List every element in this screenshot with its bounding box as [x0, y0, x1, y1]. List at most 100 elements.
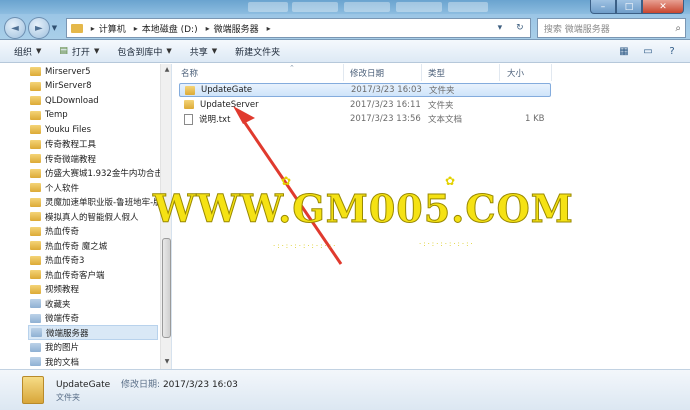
share-label: 共享: [189, 47, 208, 58]
nav-item[interactable]: 我的文档: [30, 354, 79, 369]
include-label: 包含到库中: [117, 47, 163, 58]
new-folder-button[interactable]: 新建文件夹: [235, 45, 280, 58]
nav-item[interactable]: 热血传奇: [30, 224, 79, 239]
chevron-right-icon: ▸: [133, 23, 138, 33]
watermark-dots: ·:·:·:·:·:·:·:·: [273, 242, 338, 250]
search-icon[interactable]: ⌕: [675, 23, 681, 34]
folder-icon: [30, 125, 41, 134]
folder-icon: [30, 67, 41, 76]
search-input[interactable]: 搜索 微端服务器 ⌕: [536, 18, 686, 38]
folder-icon: [30, 255, 41, 265]
nav-item[interactable]: 我的图片: [30, 340, 79, 355]
nav-item[interactable]: QLDownload: [30, 93, 99, 108]
close-button[interactable]: ✕: [642, 0, 684, 14]
nav-item[interactable]: MirServer8: [30, 79, 91, 94]
nav-item[interactable]: 个人软件: [30, 180, 79, 195]
open-button[interactable]: ▤ 打开 ▼: [59, 45, 99, 58]
include-in-library-button[interactable]: 包含到库中 ▼: [117, 45, 171, 58]
nav-item-label: Youku Files: [45, 124, 92, 135]
nav-item[interactable]: 微端服务器: [28, 325, 158, 340]
title-blur: [248, 2, 288, 12]
minimize-button[interactable]: –: [590, 0, 616, 14]
nav-item-label: 热血传奇客户端: [45, 270, 105, 281]
folder-icon: [30, 226, 41, 236]
chevron-down-icon: ▼: [93, 47, 100, 55]
nav-item[interactable]: 收藏夹: [30, 296, 71, 311]
watermark-dots: ·:·:·:·:·:·:·: [419, 240, 475, 248]
share-button[interactable]: 共享 ▼: [190, 45, 217, 58]
chevron-right-icon: ▸: [266, 23, 271, 33]
folder-icon: [30, 183, 41, 192]
nav-item-label: 热血传奇 魔之城: [45, 241, 108, 252]
nav-item[interactable]: 模拟真人的智能假人假人: [30, 209, 139, 224]
nav-item[interactable]: Temp: [30, 108, 68, 123]
folder-icon: [30, 342, 41, 352]
nav-item[interactable]: Mirserver5: [30, 64, 91, 79]
refresh-icon[interactable]: ↻: [510, 23, 530, 33]
preview-pane-icon[interactable]: ▭: [638, 44, 658, 59]
nav-item[interactable]: 热血传奇3: [30, 253, 84, 268]
folder-icon: [30, 299, 41, 308]
folder-icon: [31, 328, 42, 337]
nav-item-label: 灵魔加速单职业版-鲁班地牢-版: [45, 198, 162, 208]
back-button[interactable]: ◄: [4, 17, 26, 39]
chevron-right-icon: ▸: [205, 23, 210, 33]
folder-icon: [30, 81, 41, 91]
breadcrumb-computer[interactable]: 计算机: [99, 22, 126, 35]
scroll-up-icon[interactable]: ▲: [163, 66, 171, 73]
help-icon[interactable]: ?: [662, 44, 682, 59]
nav-item[interactable]: 仿盛大赛城1.932金牛内功合击版: [30, 166, 171, 181]
nav-item-label: Temp: [45, 110, 68, 120]
folder-icon: [30, 110, 41, 120]
view-options-icon[interactable]: ▦: [614, 44, 634, 59]
navigation-pane: Mirserver5 MirServer8 QLDownload Temp Youku …: [0, 64, 172, 369]
folder-icon: [30, 168, 41, 178]
breadcrumb-drive[interactable]: 本地磁盘 (D:): [142, 22, 198, 35]
nav-item-label: 微端服务器: [46, 328, 89, 339]
title-blur: [344, 2, 390, 12]
nav-item[interactable]: Youku Files: [30, 122, 91, 137]
nav-item[interactable]: 传奇教程工具: [30, 137, 96, 152]
nav-item-label: 视频教程: [45, 285, 80, 295]
search-placeholder: 搜索 微端服务器: [543, 24, 610, 35]
new-folder-label: 新建文件夹: [235, 47, 281, 58]
nav-item[interactable]: 热血传奇客户端: [30, 267, 105, 282]
nav-item-label: 模拟真人的智能假人假人: [45, 212, 139, 223]
chevron-down-icon: ▼: [166, 47, 172, 55]
open-icon: ▤: [59, 46, 68, 56]
folder-icon: [30, 139, 41, 149]
scroll-thumb[interactable]: [162, 238, 171, 338]
nav-item[interactable]: 视频教程: [30, 282, 79, 297]
chevron-down-icon: ▼: [211, 47, 218, 55]
folder-icon: [30, 270, 41, 279]
toolbar-right: ▦ ▭ ?: [610, 44, 682, 59]
details-name-line: UpdateGate 修改日期: 2017/3/23 16:03: [56, 377, 238, 390]
nav-item[interactable]: 灵魔加速单职业版-鲁班地牢-版: [30, 195, 162, 210]
folder-icon: [30, 284, 41, 294]
nav-item-label: 我的文档: [45, 357, 80, 368]
nav-item-label: 传奇教程工具: [45, 140, 97, 150]
nav-item-label: QLDownload: [45, 95, 99, 106]
nav-item[interactable]: 热血传奇 魔之城: [30, 238, 107, 253]
maximize-button[interactable]: □: [616, 0, 642, 14]
folder-icon: [30, 197, 41, 207]
address-dropdown-icon[interactable]: ▾: [490, 23, 510, 33]
title-bar: [0, 0, 690, 14]
nav-item-label: 收藏夹: [45, 299, 71, 310]
nav-item[interactable]: 传奇微端教程: [30, 151, 96, 166]
folder-icon: [30, 154, 41, 163]
scroll-down-icon[interactable]: ▼: [163, 358, 171, 365]
breadcrumb-folder[interactable]: 微端服务器: [214, 22, 259, 35]
forward-button[interactable]: ►: [27, 17, 50, 39]
folder-icon: [30, 96, 41, 105]
nav-item-label: 我的图片: [45, 343, 80, 353]
title-blur: [448, 2, 488, 12]
details-modified-value: 2017/3/23 16:03: [162, 380, 238, 390]
address-actions: ▾ ↻: [490, 23, 530, 33]
address-bar[interactable]: ▸ 计算机 ▸ 本地磁盘 (D:) ▸ 微端服务器 ▸ ▾ ↻: [65, 18, 531, 38]
organize-button[interactable]: 组织 ▼: [14, 45, 41, 58]
title-blur: [396, 2, 442, 12]
file-list: ⌃ 名称 修改日期 类型 大小 UpdateGate 2017/3/23 16:0…: [153, 64, 690, 369]
recent-pages-chevron-icon[interactable]: ▼: [52, 24, 62, 32]
nav-item[interactable]: 微端传奇: [30, 311, 79, 326]
